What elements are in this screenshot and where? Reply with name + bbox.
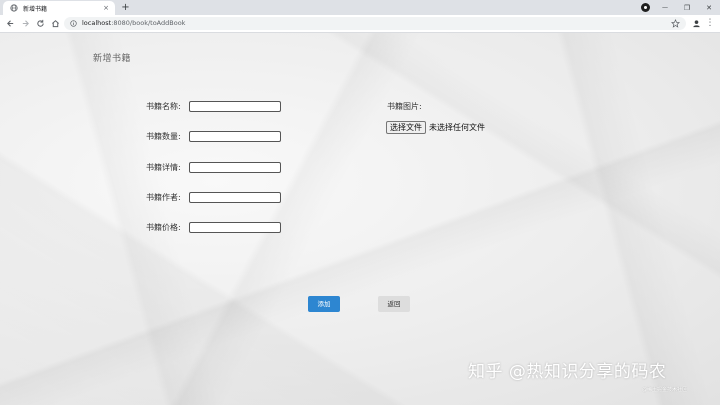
book-price-label: 书籍价格: [146, 223, 181, 232]
globe-icon [10, 4, 18, 12]
form-row-detail: 书籍详情: [146, 161, 281, 174]
book-quantity-input[interactable] [189, 131, 281, 142]
tab-close-icon[interactable]: × [103, 4, 109, 12]
tab-search-icon[interactable] [641, 3, 650, 12]
file-upload: 选择文件 未选择任何文件 [386, 121, 485, 134]
form-row-quantity: 书籍数量: [146, 130, 281, 143]
watermark-small-text: @稀土掘金技术社区 [642, 387, 688, 393]
back-arrow-icon[interactable] [3, 16, 17, 30]
back-button[interactable]: 返回 [378, 296, 410, 312]
forward-arrow-icon[interactable] [18, 16, 32, 30]
book-name-input[interactable] [189, 101, 281, 112]
minimize-icon[interactable]: — [655, 0, 675, 15]
browser-toolbar: localhost:8080/book/toAddBook ⋮ [0, 15, 720, 33]
form-row-price: 书籍价格: [146, 221, 281, 234]
book-detail-label: 书籍详情: [146, 163, 181, 172]
tab-title: 新增书籍 [23, 5, 48, 13]
close-window-icon[interactable]: ✕ [699, 0, 719, 15]
url-host: localhost [82, 19, 112, 27]
menu-icon[interactable]: ⋮ [703, 16, 717, 30]
book-detail-input[interactable] [189, 162, 281, 173]
book-quantity-label: 书籍数量: [146, 132, 181, 141]
watermark-text: 知乎 @热知识分享的码农 [468, 362, 667, 382]
form-row-name: 书籍名称: [146, 100, 281, 113]
info-icon[interactable] [70, 20, 77, 27]
book-author-label: 书籍作者: [146, 193, 181, 202]
choose-file-button[interactable]: 选择文件 [386, 121, 426, 134]
book-image-label: 书籍图片: [387, 102, 422, 111]
browser-tab-strip: 新增书籍 × + — ❐ ✕ [0, 0, 720, 15]
add-button[interactable]: 添加 [308, 296, 340, 312]
address-bar[interactable]: localhost:8080/book/toAddBook [64, 17, 686, 30]
book-price-input[interactable] [189, 222, 281, 233]
home-icon[interactable] [48, 16, 62, 30]
maximize-icon[interactable]: ❐ [677, 0, 697, 15]
profile-icon[interactable] [689, 16, 703, 30]
browser-tab[interactable]: 新增书籍 × [3, 1, 115, 15]
url-text[interactable]: localhost:8080/book/toAddBook [82, 19, 185, 28]
page-title: 新增书籍 [93, 54, 132, 64]
bookmark-star-icon[interactable] [671, 19, 680, 28]
book-name-label: 书籍名称: [146, 102, 181, 111]
page-content: 新增书籍 书籍名称: 书籍数量: 书籍详情: 书籍作者: 书籍价格: 书籍图片:… [0, 33, 720, 405]
file-status-text: 未选择任何文件 [429, 123, 485, 132]
url-path: :8080/book/toAddBook [111, 19, 186, 27]
book-author-input[interactable] [189, 192, 281, 203]
form-row-author: 书籍作者: [146, 191, 281, 204]
reload-icon[interactable] [33, 16, 47, 30]
new-tab-icon[interactable]: + [120, 2, 131, 13]
